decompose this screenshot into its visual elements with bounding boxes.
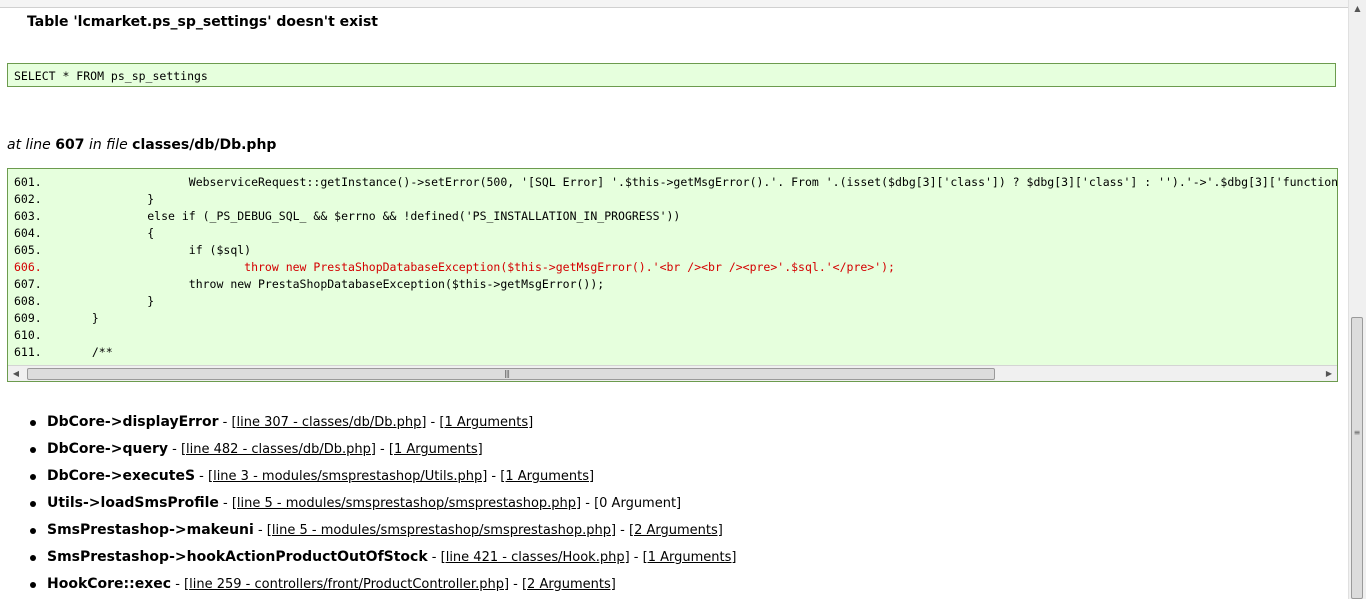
code-line-text: } <box>78 311 99 325</box>
code-line: 603. else if (_PS_DEBUG_SQL_ && $errno &… <box>14 208 1337 225</box>
code-line: 610. <box>14 327 1337 344</box>
code-line: 601. WebserviceRequest::getInstance()->s… <box>14 174 1337 191</box>
code-line: 611. /** <box>14 344 1337 361</box>
code-line-number: 607. <box>14 277 42 291</box>
location-in-file: in file <box>88 137 128 153</box>
code-line-text: { <box>78 226 155 240</box>
code-excerpt: 601. WebserviceRequest::getInstance()->s… <box>7 168 1338 382</box>
trace-function: HookCore::exec <box>47 576 172 592</box>
code-line-number: 606. <box>14 260 42 274</box>
trace-arguments-link[interactable]: [1 Arguments] <box>500 469 594 484</box>
stack-trace-item: DbCore->displayError - [line 307 - class… <box>30 412 736 439</box>
trace-arguments-link[interactable]: [1 Arguments] <box>643 550 737 565</box>
trace-arguments-link[interactable]: [1 Arguments] <box>389 442 483 457</box>
trace-function: Utils->loadSmsProfile <box>47 495 219 511</box>
code-line-text: throw new PrestaShopDatabaseException($t… <box>78 260 895 274</box>
code-line-text: WebserviceRequest::getInstance()->setErr… <box>188 175 1338 189</box>
code-horizontal-scrollbar[interactable]: ◀ ||| ▶ <box>8 365 1337 381</box>
horizontal-scroll-thumb[interactable]: ||| <box>27 368 995 380</box>
error-title: Table 'lcmarket.ps_sp_settings' doesn't … <box>27 14 378 30</box>
trace-source-link[interactable]: [line 482 - classes/db/Db.php] <box>181 442 376 457</box>
code-line-number: 605. <box>14 243 42 257</box>
code-line-text: else if (_PS_DEBUG_SQL_ && $errno && !de… <box>78 209 681 223</box>
code-line-number: 611. <box>14 345 42 359</box>
location-line-number: 607 <box>55 137 85 153</box>
stack-trace-item: SmsPrestashop->makeuni - [line 5 - modul… <box>30 520 736 547</box>
code-line-text: if ($sql) <box>78 243 252 257</box>
code-line: 605. if ($sql) <box>14 242 1337 259</box>
error-location: at line 607 in file classes/db/Db.php <box>7 137 276 153</box>
location-prefix: at line <box>7 137 51 153</box>
trace-function: DbCore->query <box>47 441 168 457</box>
stack-trace-item: DbCore->query - [line 482 - classes/db/D… <box>30 439 736 466</box>
trace-arguments-text: [0 Argument] <box>594 496 682 511</box>
code-line-text: throw new PrestaShopDatabaseException($t… <box>78 277 605 291</box>
vertical-scroll-thumb[interactable]: ≡ <box>1351 317 1363 599</box>
code-line-text: } <box>78 192 155 206</box>
trace-arguments-link[interactable]: [1 Arguments] <box>439 415 533 430</box>
sql-query-box: SELECT * FROM ps_sp_settings <box>7 63 1336 87</box>
trace-source-link[interactable]: [line 259 - controllers/front/ProductCon… <box>184 577 509 592</box>
stack-trace-item: DbCore->executeS - [line 3 - modules/sms… <box>30 466 736 493</box>
trace-source-link[interactable]: [line 5 - modules/smsprestashop/smsprest… <box>267 523 616 538</box>
code-line-number: 601. <box>14 175 42 189</box>
trace-arguments-link[interactable]: [2 Arguments] <box>629 523 723 538</box>
scroll-right-icon[interactable]: ▶ <box>1322 366 1336 381</box>
code-line-number: 608. <box>14 294 42 308</box>
trace-function: DbCore->displayError <box>47 414 219 430</box>
scroll-up-icon[interactable]: ▲ <box>1349 0 1366 17</box>
grip-icon: ≡ <box>1353 428 1361 437</box>
trace-function: SmsPrestashop->makeuni <box>47 522 254 538</box>
code-line-number: 603. <box>14 209 42 223</box>
trace-source-link[interactable]: [line 307 - classes/db/Db.php] <box>231 415 426 430</box>
scroll-left-icon[interactable]: ◀ <box>9 366 23 381</box>
highlighted-code-line: 606. throw new PrestaShopDatabaseExcepti… <box>14 259 1337 276</box>
page-vertical-scrollbar[interactable]: ▲ ≡ <box>1348 0 1366 599</box>
code-line-number: 602. <box>14 192 42 206</box>
trace-source-link[interactable]: [line 3 - modules/smsprestashop/Utils.ph… <box>208 469 487 484</box>
location-file-path: classes/db/Db.php <box>132 137 277 153</box>
code-line-number: 609. <box>14 311 42 325</box>
code-line: 608. } <box>14 293 1337 310</box>
code-line-text: } <box>78 294 155 308</box>
stack-trace-item: HookCore::exec - [line 259 - controllers… <box>30 574 736 601</box>
trace-source-link[interactable]: [line 5 - modules/smsprestashop/smsprest… <box>232 496 581 511</box>
stack-trace-list: DbCore->displayError - [line 307 - class… <box>30 412 736 601</box>
code-line: 604. { <box>14 225 1337 242</box>
trace-source-link[interactable]: [line 421 - classes/Hook.php] <box>441 550 630 565</box>
trace-function: SmsPrestashop->hookActionProductOutOfSto… <box>47 549 428 565</box>
code-line: 602. } <box>14 191 1337 208</box>
code-line: 609. } <box>14 310 1337 327</box>
trace-arguments-link[interactable]: [2 Arguments] <box>522 577 616 592</box>
grip-icon: ||| <box>504 369 510 378</box>
top-window-edge <box>0 0 1349 8</box>
code-lines: 601. WebserviceRequest::getInstance()->s… <box>14 174 1337 361</box>
code-line: 607. throw new PrestaShopDatabaseExcepti… <box>14 276 1337 293</box>
code-line-text: /** <box>78 345 113 359</box>
trace-function: DbCore->executeS <box>47 468 196 484</box>
code-line-number: 604. <box>14 226 42 240</box>
code-line-number: 610. <box>14 328 42 342</box>
stack-trace-item: SmsPrestashop->hookActionProductOutOfSto… <box>30 547 736 574</box>
stack-trace-item: Utils->loadSmsProfile - [line 5 - module… <box>30 493 736 520</box>
